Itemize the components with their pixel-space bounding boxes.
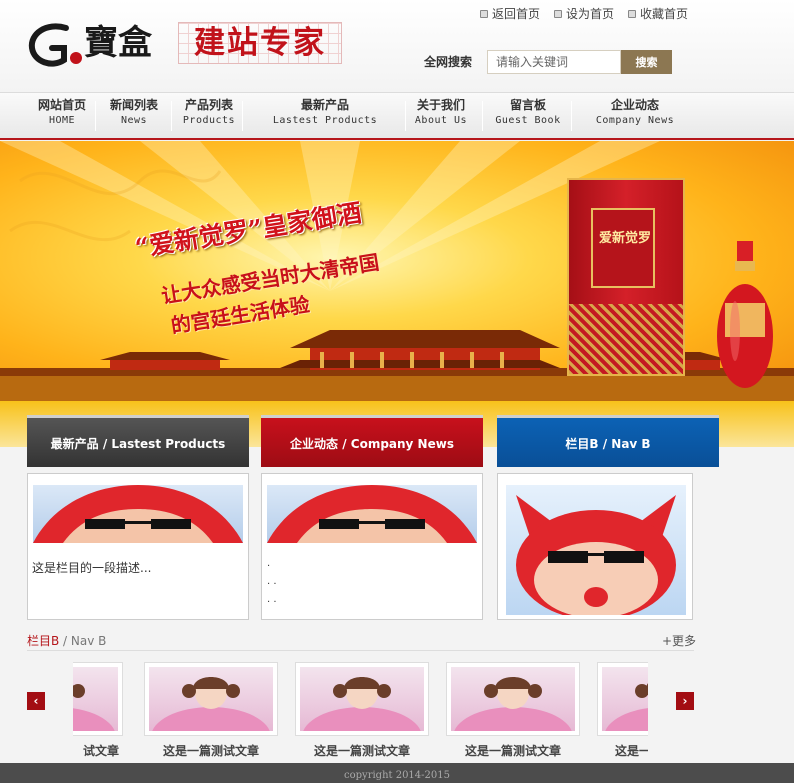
column-company-news: 企业动态 / Company News . . . . . [261,415,483,620]
section-divider [27,650,694,651]
top-links: 返回首页 设为首页 收藏首页 [479,5,688,22]
nav-item-products[interactable]: 产品列表 Products [176,98,242,128]
copyright-text: copyright 2014-2015 [344,770,450,781]
article-card[interactable]: 试文章 [73,662,123,762]
article-card[interactable]: 这是一 [597,662,648,762]
nav-divider [242,101,243,131]
home-icon [479,9,488,18]
article-thumbnail [295,662,429,736]
article-card[interactable]: 这是一篇测试文章 [144,662,278,762]
column-body: . . . . . [261,473,483,620]
nav-item-company-news[interactable]: 企业动态 Company News [589,98,681,128]
nav-item-about[interactable]: 关于我们 About Us [409,98,473,128]
article-card[interactable]: 这是一篇测试文章 [295,662,429,762]
back-home-link[interactable]: 返回首页 [479,5,540,22]
nav-divider [571,101,572,131]
logo-brand-mark: 寶盒 [28,23,153,67]
nav-item-guestbook[interactable]: 留言板 Guest Book [487,98,569,128]
article-carousel: 试文章 这是一篇测试文章 这是一篇测试文章 这是一篇测试文章 这是一 [73,662,648,762]
product-box-label: 爱新觉罗 [598,231,651,246]
product-bottle-image [717,241,773,388]
article-thumbnail [597,662,648,736]
news-item[interactable]: . . [267,576,277,587]
home-icon [627,9,636,18]
site-footer: copyright 2014-2015 [0,763,794,783]
nav-divider [171,101,172,131]
carousel-next-button[interactable]: › [676,692,694,710]
column-nav-b: 栏目B / Nav B [497,415,719,620]
article-title: 这是一篇测试文章 [162,744,259,758]
site-logo[interactable]: 寶盒 建站专家 [26,18,342,70]
nav-item-news[interactable]: 新闻列表 News [100,98,168,128]
search-input[interactable] [487,50,621,74]
article-title: 试文章 [82,744,119,758]
main-nav: 网站首页 HOME 新闻列表 News 产品列表 Products 最新产品 Laste… [0,92,794,140]
more-link[interactable]: +更多 [662,632,696,649]
column-latest-products: 最新产品 / Lastest Products 这是栏目的一段描述... [27,415,249,620]
article-thumbnail [73,662,123,736]
news-item[interactable]: . [267,558,270,569]
column-title[interactable]: 企业动态 / Company News [261,415,483,467]
section-b-title: 栏目B / Nav B [27,634,107,648]
column-title[interactable]: 最新产品 / Lastest Products [27,415,249,467]
home-icon [553,9,562,18]
article-title: 这是一篇测试文章 [313,744,410,758]
column-body [497,473,693,620]
nav-item-home[interactable]: 网站首页 HOME [30,98,94,128]
nav-divider [482,101,483,131]
search-label: 全网搜索 [424,55,473,69]
logo-slogan: 建站专家 [178,22,342,64]
article-title: 这是一 [615,744,648,758]
fox-thumbnail[interactable] [267,485,477,543]
hero-banner[interactable]: “爱新觉罗”皇家御酒 让大众感受当时大清帝国 的宫廷生活体验 爱新觉罗 [0,141,794,401]
news-item[interactable]: . . [267,594,277,605]
set-homepage-link[interactable]: 设为首页 [553,5,614,22]
svg-text:寶盒: 寶盒 [84,23,153,63]
nav-divider [405,101,406,131]
nav-divider [95,101,96,131]
product-box-image: 爱新觉罗 [567,178,685,376]
article-thumbnail [446,662,580,736]
fox-thumbnail[interactable] [33,485,243,543]
carousel-prev-button[interactable]: ‹ [27,692,45,710]
column-title[interactable]: 栏目B / Nav B [497,415,719,467]
article-thumbnail [144,662,278,736]
column-description: 这是栏目的一段描述... [32,561,152,575]
site-header: 寶盒 建站专家 返回首页 设为首页 收藏首页 全网搜索 搜索 [0,0,794,92]
article-title: 这是一篇测试文章 [464,744,561,758]
search-button[interactable]: 搜索 [621,50,672,74]
article-card[interactable]: 这是一篇测试文章 [446,662,580,762]
column-body: 这是栏目的一段描述... [27,473,249,620]
bookmark-link[interactable]: 收藏首页 [627,5,688,22]
fox-thumbnail[interactable] [506,485,686,615]
nav-item-latest-products[interactable]: 最新产品 Lastest Products [262,98,388,128]
